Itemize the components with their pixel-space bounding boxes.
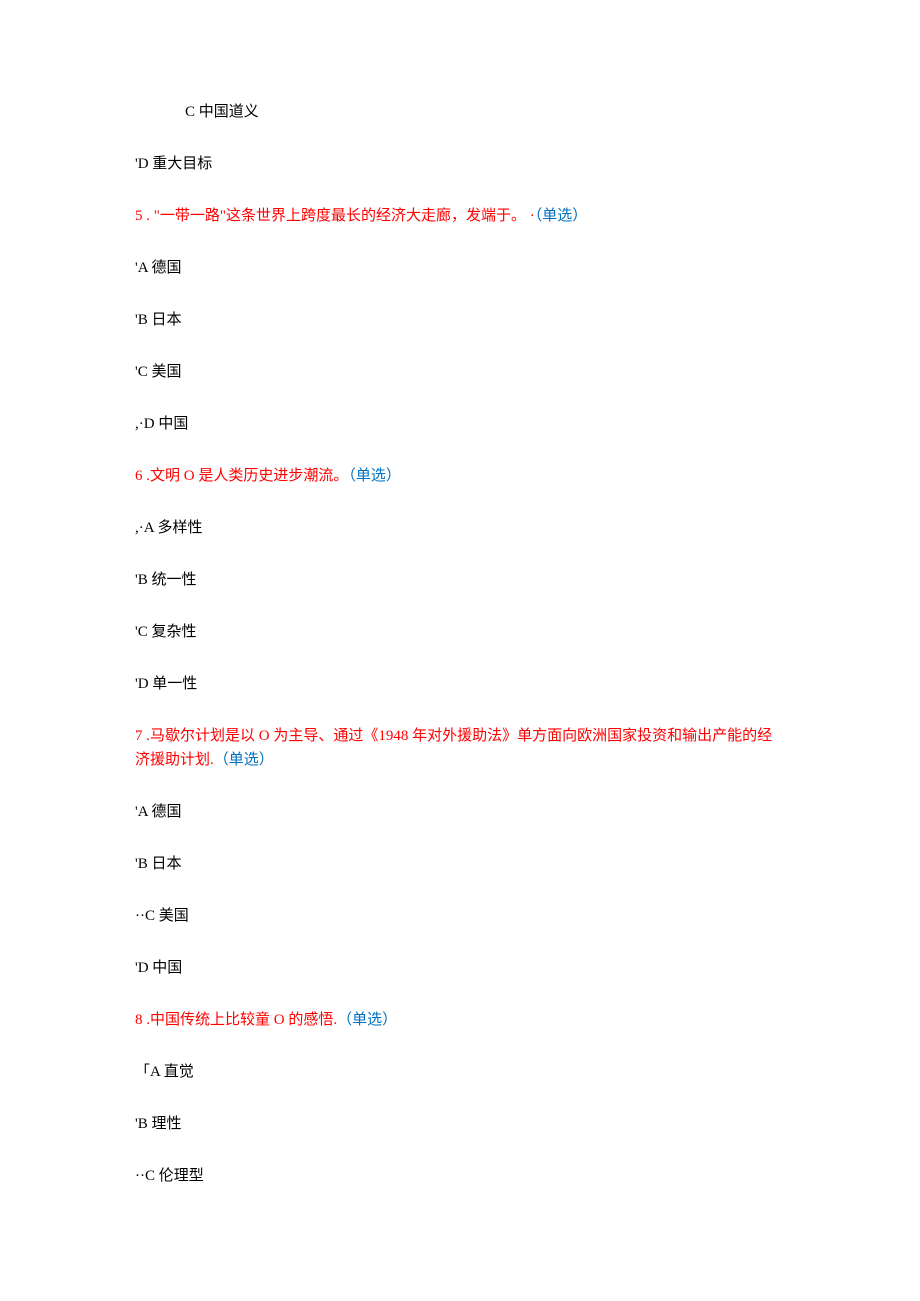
option-5b: 'B 日本 [135,308,785,332]
question-type: 单选 [356,468,386,484]
option-prefix: 'B [135,572,151,588]
option-text: 复杂性 [151,624,196,640]
option-prefix: 'A [135,804,151,820]
option-prefix: 'D [135,156,152,172]
option-5a: 'A 德国 [135,256,785,280]
question-number: 6 [135,468,143,484]
question-type-close: ） [386,468,401,484]
question-type-open: （ [214,752,229,768]
question-type: 单选 [229,752,259,768]
option-7b: 'B 日本 [135,852,785,876]
question-type-close: ） [259,752,274,768]
question-5: 5 . "一带一路"这条世界上跨度最长的经济大走廊，发端于。 ·（单选） [135,204,785,228]
question-separator: . [143,728,151,744]
option-prefix: 'B [135,1116,151,1132]
option-7a: 'A 德国 [135,800,785,824]
option-prefix: ,·D [135,416,158,432]
option-text: 理性 [151,1116,181,1132]
question-type-open: （ [348,468,356,484]
option-prefix: 'D [135,960,152,976]
option-7d: 'D 中国 [135,956,785,980]
option-prefix: 'C [135,624,151,640]
option-6d: 'D 单一性 [135,672,785,696]
option-prefix: 'C [135,364,151,380]
option-prefix: 'B [135,312,151,328]
option-text: 美国 [151,364,181,380]
question-separator: . [143,208,154,224]
question-type-open: （ [337,1012,352,1028]
question-number: 5 [135,208,143,224]
option-8b: 'B 理性 [135,1112,785,1136]
question-body: 文明 O 是人类历史进步潮流。 [150,468,348,484]
option-prefix: ··C [135,1168,159,1184]
option-text: 德国 [151,804,181,820]
option-text: 中国 [152,960,182,976]
leading-option-d: 'D 重大目标 [135,152,785,176]
leading-option-c: C 中国道义 [135,100,785,124]
question-body: 中国传统上比较童 O 的感悟. [150,1012,337,1028]
question-separator: . [143,1012,151,1028]
option-prefix: ,·A [135,520,158,536]
option-6c: 'C 复杂性 [135,620,785,644]
question-7: 7 .马歇尔计划是以 O 为主导、通过《1948 年对外援助法》单方面向欧洲国家… [135,724,785,772]
option-text: 中国道义 [199,104,259,120]
option-prefix: 'D [135,676,152,692]
option-text: 直觉 [164,1064,194,1080]
option-text: 多样性 [158,520,203,536]
question-type-close: ） [572,208,587,224]
option-text: 统一性 [151,572,196,588]
option-text: 重大目标 [152,156,212,172]
option-text: 德国 [151,260,181,276]
option-text: 日本 [151,856,181,872]
option-text: 中国 [158,416,188,432]
question-6: 6 .文明 O 是人类历史进步潮流。（单选） [135,464,785,488]
option-5c: 'C 美国 [135,360,785,384]
option-5d: ,·D 中国 [135,412,785,436]
question-type: 单选 [352,1012,382,1028]
option-6b: 'B 统一性 [135,568,785,592]
option-text: 伦理型 [159,1168,204,1184]
option-6a: ,·A 多样性 [135,516,785,540]
option-text: 日本 [151,312,181,328]
question-mid: · [526,208,535,224]
question-8: 8 .中国传统上比较童 O 的感悟.（单选） [135,1008,785,1032]
question-number: 7 [135,728,143,744]
option-text: 单一性 [152,676,197,692]
option-prefix: 'B [135,856,151,872]
question-type: 单选 [542,208,572,224]
option-text: 美国 [159,908,189,924]
question-body: "一带一路"这条世界上跨度最长的经济大走廊，发端于。 [154,208,526,224]
option-7c: ··C 美国 [135,904,785,928]
question-number: 8 [135,1012,143,1028]
option-prefix: ··C [135,908,159,924]
option-prefix: C [185,104,199,120]
option-8c: ··C 伦理型 [135,1164,785,1188]
option-8a: 「A 直觉 [135,1060,785,1084]
question-type-close: ） [382,1012,397,1028]
option-prefix: 「A [135,1064,164,1080]
option-prefix: 'A [135,260,151,276]
question-separator: . [143,468,151,484]
